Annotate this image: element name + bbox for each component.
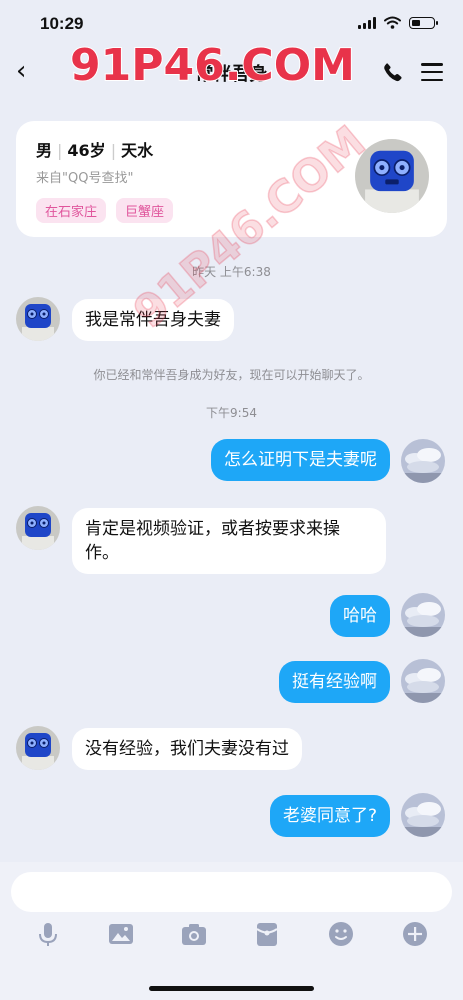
composer-toolbar	[0, 920, 463, 956]
message-bubble-incoming[interactable]: 没有经验，我们夫妻没有过	[72, 728, 302, 770]
user-avatar[interactable]	[401, 593, 445, 637]
system-message: 你已经和常伴吾身成为好友，现在可以开始聊天了。	[93, 368, 370, 382]
chat-header: ‹ 常伴吾身	[0, 46, 463, 100]
status-icons	[358, 16, 438, 29]
user-avatar[interactable]	[401, 659, 445, 703]
status-time: 10:29	[40, 14, 84, 33]
red-packet-icon[interactable]	[253, 920, 281, 948]
profile-tags: 在石家庄 巨蟹座	[36, 198, 174, 223]
message-bubble-outgoing[interactable]: 挺有经验啊	[279, 661, 390, 703]
plus-icon[interactable]	[401, 920, 429, 948]
microphone-icon[interactable]	[34, 920, 62, 948]
profile-avatar[interactable]	[355, 139, 429, 213]
message-bubble-outgoing[interactable]: 哈哈	[330, 595, 390, 637]
user-avatar[interactable]	[401, 439, 445, 483]
menu-icon[interactable]	[421, 63, 443, 81]
phone-icon[interactable]	[381, 60, 405, 84]
message-bubble-incoming[interactable]: 肯定是视频验证，或者按要求来操作。	[72, 508, 386, 574]
tag-city: 在石家庄	[36, 198, 107, 223]
profile-age: 46岁	[67, 141, 106, 160]
message-bubble-incoming[interactable]: 我是常伴吾身夫妻	[72, 299, 234, 341]
contact-avatar[interactable]	[16, 726, 60, 770]
profile-gender: 男	[36, 141, 53, 160]
message-input[interactable]	[11, 872, 452, 912]
contact-avatar[interactable]	[16, 297, 60, 341]
camera-icon[interactable]	[180, 920, 208, 948]
wifi-icon	[384, 16, 401, 29]
profile-card[interactable]: 男 | 46岁 | 天水 来自"QQ号查找" 在石家庄 巨蟹座	[16, 121, 447, 237]
image-icon[interactable]	[107, 920, 135, 948]
timestamp: 昨天 上午6:38	[192, 265, 271, 279]
home-indicator	[149, 986, 314, 991]
emoji-icon[interactable]	[327, 920, 355, 948]
composer	[0, 862, 463, 1000]
tag-zodiac: 巨蟹座	[116, 198, 174, 223]
profile-source: 来自"QQ号查找"	[36, 171, 134, 186]
message-bubble-outgoing[interactable]: 老婆同意了?	[269, 795, 390, 837]
status-bar: 10:29	[0, 0, 463, 46]
battery-icon	[409, 16, 438, 29]
user-avatar[interactable]	[401, 793, 445, 837]
profile-info: 男 | 46岁 | 天水	[36, 141, 154, 160]
contact-avatar[interactable]	[16, 506, 60, 550]
timestamp: 下午9:54	[206, 406, 257, 420]
message-bubble-outgoing[interactable]: 怎么证明下是夫妻呢	[211, 439, 390, 481]
signal-icon	[358, 16, 376, 29]
profile-location: 天水	[121, 141, 154, 160]
